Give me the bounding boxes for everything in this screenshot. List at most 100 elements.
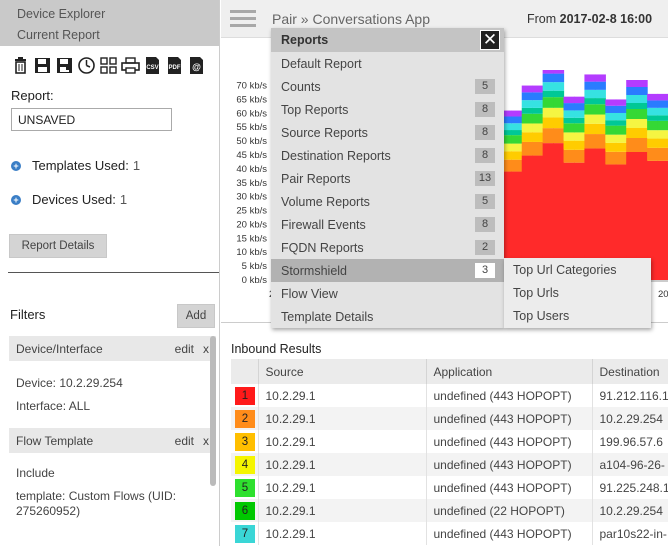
time-range[interactable]: From 2017-02-8 16:00 [527,12,652,26]
nav-current-report[interactable]: Current Report [17,25,219,46]
application-cell: undefined (443 HOPOPT) [426,430,593,453]
filter-card-header: Flow Template edit x [9,428,216,454]
hamburger-menu-icon[interactable] [230,10,256,28]
chart-segment [563,123,575,133]
chart-segment [553,97,565,108]
chart-segment [584,74,596,82]
rank-color-swatch: 1 [235,386,255,405]
table-row[interactable]: 1 10.2.29.1 undefined (443 HOPOPT) 91.212.1… [231,384,668,407]
y-tick-label: 45 kb/s [236,150,267,161]
source-cell: 10.2.29.1 [258,476,427,499]
menu-item-stormshield[interactable]: Stormshield 3 [271,259,504,282]
filter-line: Device: 10.2.29.254 [16,376,123,390]
email-icon[interactable]: @ [187,56,206,75]
report-details-button[interactable]: Report Details [9,234,107,258]
chart-segment [553,117,565,129]
chart-segment [573,110,586,118]
submenu-item-top-users[interactable]: Top Users [504,305,651,328]
count-badge: 8 [475,148,495,163]
chart-segment [553,90,565,98]
destination-cell: 91.212.116.1 [592,384,668,407]
column-header-application[interactable]: Application [426,359,593,384]
chart-segment [511,123,523,131]
results-title: Inbound Results [231,342,322,356]
menu-item-pair-reports[interactable]: Pair Reports 13 [271,167,504,190]
table-row[interactable]: 5 10.2.29.1 undefined (443 HOPOPT) 91.225.2… [231,476,668,499]
column-header-source[interactable]: Source [258,359,427,384]
devices-used-row[interactable]: + Devices Used: 1 [11,192,127,207]
chart-segment [542,82,554,91]
chart-segment [573,117,586,124]
expand-plus-icon[interactable]: + [11,194,21,205]
menu-item-destination-reports[interactable]: Destination Reports 8 [271,144,504,167]
templates-used-row[interactable]: + Templates Used: 1 [11,158,140,173]
rank-cell: 7 [231,522,259,545]
chart-segment [521,113,533,124]
table-row[interactable]: 2 10.2.29.1 undefined (443 HOPOPT) 10.2.29.… [231,407,668,430]
add-filter-button[interactable]: Add [177,304,215,328]
menu-item-template-details[interactable]: Template Details [271,305,504,328]
grid-icon[interactable] [99,56,118,75]
table-row[interactable]: 6 10.2.29.1 undefined (22 HOPOPT) 10.2.29.2… [231,499,668,522]
trash-icon[interactable] [11,56,30,75]
chart-segment [615,125,627,135]
chart-segment [553,107,565,118]
csv-icon[interactable]: CSV [143,56,162,75]
rank-color-swatch: 7 [235,524,255,543]
rank-color-swatch: 2 [235,409,255,428]
filter-remove-icon[interactable]: x [203,434,209,448]
chart-segment [563,140,575,150]
menu-item-source-reports[interactable]: Source Reports 8 [271,121,504,144]
menu-item-flow-view[interactable]: Flow View [271,282,504,305]
column-header-destination[interactable]: Destination [592,359,668,384]
y-tick-label: 55 kb/s [236,122,267,133]
rank-cell: 1 [231,384,259,407]
menu-item-volume-reports[interactable]: Volume Reports 5 [271,190,504,213]
chart-segment [573,149,586,163]
close-icon[interactable]: ✕ [480,30,500,50]
chart-segment [584,89,596,99]
chart-segment [553,70,565,74]
save-icon[interactable] [33,56,52,75]
submenu-item-top-url-categories[interactable]: Top Url Categories [504,259,651,282]
chart-segment [626,119,638,128]
chart-segment [584,98,596,105]
expand-plus-icon[interactable]: + [11,160,21,171]
clock-icon[interactable] [77,56,96,75]
menu-item-counts[interactable]: Counts 5 [271,75,504,98]
chart-segment [657,115,668,121]
y-tick-label: 15 kb/s [236,233,267,244]
menu-item-firewall-events[interactable]: Firewall Events 8 [271,213,504,236]
table-row[interactable]: 3 10.2.29.1 undefined (443 HOPOPT) 199.96.5… [231,430,668,453]
filter-remove-icon[interactable]: x [203,342,209,356]
submenu-item-top-urls[interactable]: Top Urls [504,282,651,305]
chart-segment [532,141,544,156]
save-as-icon[interactable] [55,56,74,75]
chart-segment [605,99,617,106]
column-header-rank[interactable] [231,359,259,384]
filter-edit-link[interactable]: edit [175,342,194,356]
nav-device-explorer[interactable]: Device Explorer [17,4,219,25]
menu-item-label: Volume Reports [281,194,370,209]
chart-segment [647,100,659,108]
chart-segment [594,74,606,82]
menu-item-top-reports[interactable]: Top Reports 8 [271,98,504,121]
sidebar-scrollbar[interactable] [210,336,216,486]
chart-segment [573,132,586,141]
sidebar-divider [8,272,219,273]
filter-edit-link[interactable]: edit [175,434,194,448]
menu-item-default-report[interactable]: Default Report [271,52,504,75]
destination-cell: 10.2.29.254 [592,407,668,430]
menu-item-fqdn-reports[interactable]: FQDN Reports 2 [271,236,504,259]
app-root: Device Explorer Current Report CSV PDF @… [0,0,668,546]
table-row[interactable]: 4 10.2.29.1 undefined (443 HOPOPT) a104-96-… [231,453,668,476]
chart-segment [636,109,648,119]
filter-card-body: Device: 10.2.29.254 Interface: ALL [9,362,216,422]
breadcrumb[interactable]: Pair » Conversations App [272,11,430,27]
chart-segment [521,100,533,108]
table-row[interactable]: 7 10.2.29.1 undefined (443 HOPOPT) par10s22… [231,522,668,545]
report-name-input[interactable] [11,108,172,131]
x-tick-label: 20 [658,289,668,300]
pdf-icon[interactable]: PDF [165,56,184,75]
print-icon[interactable] [121,56,140,75]
